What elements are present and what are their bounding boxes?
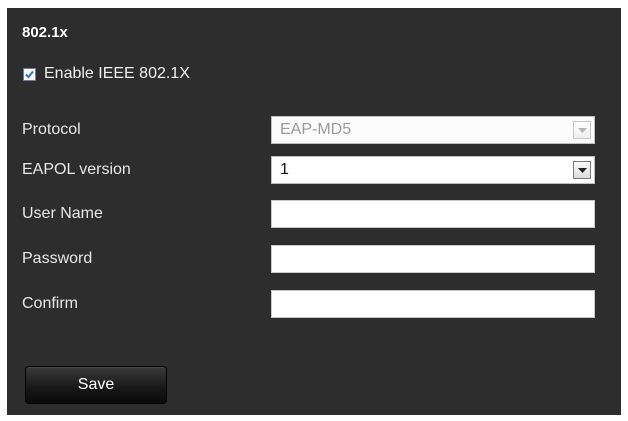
settings-panel: 802.1x Enable IEEE 802.1X Protocol EAP-M… bbox=[7, 8, 621, 415]
protocol-label: Protocol bbox=[22, 121, 81, 138]
confirm-password-input[interactable] bbox=[271, 290, 595, 318]
chevron-down-icon bbox=[573, 121, 591, 139]
protocol-value: EAP-MD5 bbox=[280, 121, 352, 138]
enable-ieee-row[interactable]: Enable IEEE 802.1X bbox=[23, 65, 190, 83]
enable-ieee-checkbox[interactable] bbox=[23, 67, 36, 81]
password-label: Password bbox=[22, 250, 93, 267]
save-button[interactable]: Save bbox=[25, 366, 167, 404]
confirm-label: Confirm bbox=[22, 295, 79, 312]
username-label: User Name bbox=[22, 205, 103, 222]
password-input[interactable] bbox=[271, 245, 595, 273]
enable-ieee-label: Enable IEEE 802.1X bbox=[44, 65, 190, 82]
protocol-select: EAP-MD5 bbox=[271, 116, 595, 144]
eapol-version-value: 1 bbox=[280, 161, 289, 178]
check-icon bbox=[25, 70, 34, 78]
section-title: 802.1x bbox=[22, 24, 68, 41]
username-input[interactable] bbox=[271, 200, 595, 228]
eapol-version-select[interactable]: 1 bbox=[271, 156, 595, 184]
chevron-down-icon[interactable] bbox=[573, 161, 591, 179]
eapol-version-label: EAPOL version bbox=[22, 161, 131, 178]
